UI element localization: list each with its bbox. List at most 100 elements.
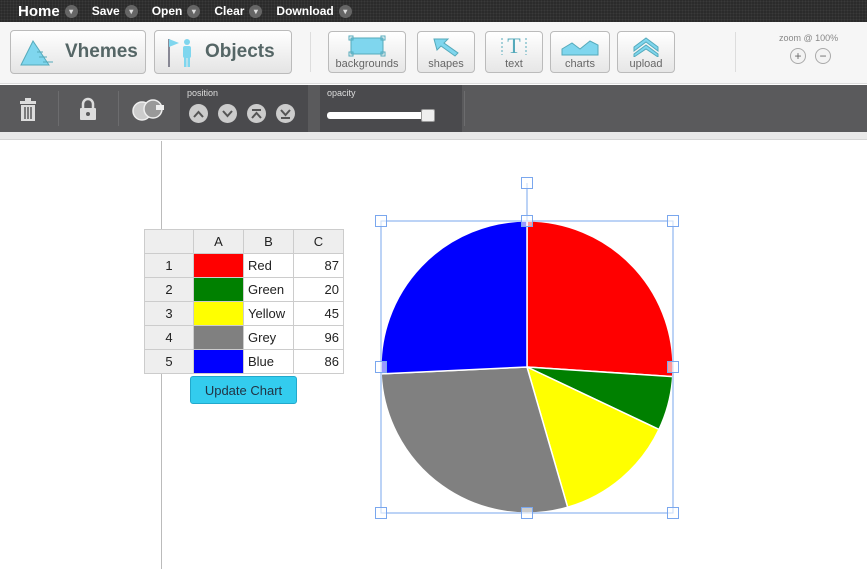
name-cell[interactable]: Blue bbox=[243, 349, 294, 374]
name-cell[interactable]: Red bbox=[243, 253, 294, 278]
color-cell[interactable] bbox=[193, 301, 244, 326]
arrow-shape-icon bbox=[433, 38, 459, 57]
resize-handle-s[interactable] bbox=[521, 507, 533, 519]
text-button[interactable]: T text bbox=[485, 31, 543, 73]
chevron-down-icon[interactable]: ▾ bbox=[249, 4, 263, 18]
charts-button[interactable]: charts bbox=[550, 31, 610, 73]
menu-download-label: Download bbox=[276, 4, 334, 18]
menu-clear[interactable]: Clear ▾ bbox=[214, 4, 263, 18]
zoom-out-button[interactable]: − bbox=[815, 48, 831, 64]
menu-home[interactable]: Home ▾ bbox=[18, 3, 78, 20]
main-toolbar: Vhemes Objects backgrounds shapes T text… bbox=[0, 22, 867, 84]
opacity-label: opacity bbox=[327, 88, 356, 98]
text-icon: T bbox=[501, 35, 527, 57]
top-menu-bar: Home ▾ Save ▾ Open ▾ Clear ▾ Download ▾ bbox=[0, 0, 867, 22]
name-cell[interactable]: Green bbox=[243, 277, 294, 302]
menu-save-label: Save bbox=[91, 4, 120, 18]
resize-handle-ne[interactable] bbox=[667, 215, 679, 227]
row-index: 5 bbox=[144, 349, 194, 374]
name-cell[interactable]: Grey bbox=[243, 325, 294, 350]
opacity-slider-thumb[interactable] bbox=[420, 109, 435, 122]
menu-download[interactable]: Download ▾ bbox=[276, 4, 352, 18]
shapes-label: shapes bbox=[428, 58, 464, 70]
value-cell[interactable]: 20 bbox=[293, 277, 344, 302]
value-cell[interactable]: 96 bbox=[293, 325, 344, 350]
object-toolbar: position opacity bbox=[0, 85, 867, 132]
row-index: 1 bbox=[144, 253, 194, 278]
table-row: 4 Grey 96 bbox=[144, 325, 344, 350]
position-panel: position bbox=[180, 85, 308, 132]
table-row: 5 Blue 86 bbox=[144, 349, 344, 374]
resize-handle-w[interactable] bbox=[375, 361, 387, 373]
color-cell[interactable] bbox=[193, 277, 244, 302]
themes-button[interactable]: Vhemes bbox=[10, 30, 146, 74]
group-objects-icon[interactable] bbox=[131, 99, 165, 121]
chevron-down-icon[interactable]: ▾ bbox=[64, 4, 78, 18]
send-to-back-icon bbox=[280, 108, 291, 119]
toolbar-divider bbox=[310, 32, 311, 72]
subbar-divider bbox=[464, 91, 465, 126]
chevron-down-icon[interactable]: ▾ bbox=[124, 4, 138, 18]
move-up-button[interactable] bbox=[189, 104, 208, 123]
opacity-panel: opacity bbox=[320, 85, 462, 132]
bring-to-front-button[interactable] bbox=[247, 104, 266, 123]
column-header-b[interactable]: B bbox=[243, 229, 294, 254]
resize-handle-sw[interactable] bbox=[375, 507, 387, 519]
name-cell[interactable]: Yellow bbox=[243, 301, 294, 326]
move-down-button[interactable] bbox=[218, 104, 237, 123]
upload-button[interactable]: upload bbox=[617, 31, 675, 73]
bring-to-front-icon bbox=[251, 108, 262, 119]
position-label: position bbox=[187, 88, 219, 98]
pie-slice-red[interactable] bbox=[526, 220, 674, 378]
themes-icon bbox=[20, 40, 53, 66]
chevron-down-icon[interactable]: ▾ bbox=[338, 4, 352, 18]
resize-handle-nw[interactable] bbox=[375, 215, 387, 227]
themes-label: Vhemes bbox=[65, 41, 138, 62]
objects-label: Objects bbox=[205, 41, 275, 62]
chevron-up-icon bbox=[193, 110, 204, 118]
objects-button[interactable]: Objects bbox=[154, 30, 292, 74]
opacity-slider-track[interactable] bbox=[327, 112, 433, 119]
menu-open[interactable]: Open ▾ bbox=[152, 4, 201, 18]
menu-open-label: Open bbox=[151, 4, 183, 18]
objects-icon bbox=[168, 39, 191, 67]
subbar-shadow bbox=[0, 132, 867, 140]
pie-slice-blue[interactable] bbox=[380, 220, 528, 375]
zoom-in-button[interactable]: + bbox=[790, 48, 806, 64]
value-cell[interactable]: 45 bbox=[293, 301, 344, 326]
pie-chart[interactable] bbox=[370, 170, 690, 530]
row-index: 2 bbox=[144, 277, 194, 302]
resize-handle-se[interactable] bbox=[667, 507, 679, 519]
backgrounds-label: backgrounds bbox=[335, 58, 399, 70]
trash-icon[interactable] bbox=[18, 98, 38, 122]
color-cell[interactable] bbox=[193, 253, 244, 278]
resize-handle-e[interactable] bbox=[667, 361, 679, 373]
lock-icon[interactable] bbox=[78, 97, 98, 121]
rotation-handle[interactable] bbox=[521, 177, 533, 189]
value-cell[interactable]: 87 bbox=[293, 253, 344, 278]
menu-clear-label: Clear bbox=[214, 4, 245, 18]
table-corner-cell bbox=[144, 229, 194, 254]
backgrounds-button[interactable]: backgrounds bbox=[328, 31, 406, 73]
chart-data-table: A B C 1 Red 87 2 Green 20 3 Yellow 45 4 Grey 96 5 Blu… bbox=[144, 229, 344, 374]
row-index: 3 bbox=[144, 301, 194, 326]
toolbar-divider bbox=[735, 32, 736, 72]
table-row: 1 Red 87 bbox=[144, 253, 344, 278]
upload-label: upload bbox=[629, 58, 663, 70]
color-cell[interactable] bbox=[193, 325, 244, 350]
chevron-down-icon[interactable]: ▾ bbox=[187, 4, 201, 18]
row-index: 4 bbox=[144, 325, 194, 350]
column-header-c[interactable]: C bbox=[293, 229, 344, 254]
subbar-divider bbox=[58, 91, 59, 126]
update-chart-button[interactable]: Update Chart bbox=[190, 376, 297, 404]
resize-handle-n[interactable] bbox=[521, 215, 533, 227]
menu-save[interactable]: Save ▾ bbox=[92, 4, 138, 18]
column-header-a[interactable]: A bbox=[193, 229, 244, 254]
send-to-back-button[interactable] bbox=[276, 104, 295, 123]
shapes-button[interactable]: shapes bbox=[417, 31, 475, 73]
subbar-divider bbox=[118, 91, 119, 126]
backgrounds-icon bbox=[348, 35, 386, 57]
color-cell[interactable] bbox=[193, 349, 244, 374]
value-cell[interactable]: 86 bbox=[293, 349, 344, 374]
table-header-row: A B C bbox=[144, 229, 344, 254]
